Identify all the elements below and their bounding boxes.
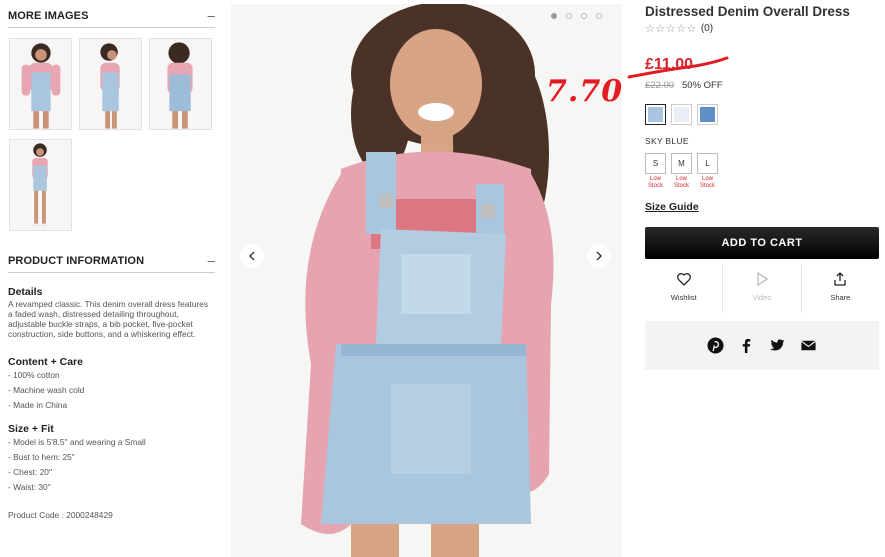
carousel-dot[interactable] <box>551 13 557 19</box>
video-label: Video <box>752 293 772 302</box>
carousel-dots <box>551 13 602 19</box>
product-information-header[interactable]: PRODUCT INFORMATION – <box>8 254 215 267</box>
product-title: Distressed Denim Overall Dress <box>645 4 850 19</box>
selected-color-name: SKY BLUE <box>645 136 689 146</box>
thumbnail-image <box>10 140 71 230</box>
size-item: - Bust to hem: 25" <box>8 452 75 462</box>
stock-status: Low Stock <box>673 176 689 189</box>
product-information-title: PRODUCT INFORMATION <box>8 254 145 267</box>
collapse-icon[interactable]: – <box>208 9 215 22</box>
star-rating-icon: ☆☆☆☆☆ <box>645 23 697 35</box>
size-option-m[interactable]: M <box>671 153 692 174</box>
prev-arrow-icon[interactable] <box>240 244 264 268</box>
thumbnail-full[interactable] <box>9 139 72 231</box>
carousel-dot[interactable] <box>566 13 572 19</box>
collapse-icon[interactable]: – <box>208 254 215 267</box>
size-option-s[interactable]: S <box>645 153 666 174</box>
pinterest-icon[interactable] <box>707 337 724 354</box>
details-text: A revamped classic. This denim overall d… <box>8 299 209 339</box>
carousel-dot[interactable] <box>596 13 602 19</box>
size-item: - Chest: 20" <box>8 467 52 477</box>
content-item: - Machine wash cold <box>8 385 85 395</box>
review-count: (0) <box>700 23 714 34</box>
rating[interactable]: ☆☆☆☆☆ (0) <box>645 22 713 35</box>
sale-price: £11.00 <box>645 56 694 73</box>
add-to-cart-button[interactable]: ADD TO CART <box>645 227 879 259</box>
content-care-heading: Content + Care <box>8 356 83 368</box>
size-option-l[interactable]: L <box>697 153 718 174</box>
color-swatch-light[interactable] <box>671 104 692 125</box>
content-item: - Made in China <box>8 400 68 410</box>
thumbnail-side[interactable] <box>79 38 142 130</box>
wishlist-button[interactable]: Wishlist <box>645 265 724 313</box>
divider <box>8 27 215 28</box>
details-section: Details A revamped classic. This denim o… <box>8 286 213 339</box>
stock-status: Low Stock <box>699 176 715 189</box>
product-code: Product Code : 2000248429 <box>8 510 113 520</box>
size-item: - Waist: 30" <box>8 482 51 492</box>
color-swatch-sky-blue[interactable] <box>645 104 666 125</box>
more-images-title: MORE IMAGES <box>8 9 89 22</box>
discount-label: 50% OFF <box>682 80 723 91</box>
thumbnail-back[interactable] <box>149 38 212 130</box>
carousel-dot[interactable] <box>581 13 587 19</box>
handwritten-price: 7.70 <box>546 74 624 109</box>
thumbnail-front[interactable] <box>9 38 72 130</box>
size-fit-heading: Size + Fit <box>8 423 54 435</box>
share-button[interactable]: Share <box>802 265 879 313</box>
video-button[interactable]: Video <box>723 265 802 313</box>
size-item: - Model is 5'8.5" and wearing a Small <box>8 437 146 447</box>
next-arrow-icon[interactable] <box>587 244 611 268</box>
social-share-bar <box>645 321 879 370</box>
share-label: Share <box>830 293 851 302</box>
original-price: £22.00 <box>645 80 675 91</box>
twitter-icon[interactable] <box>769 337 786 354</box>
thumbnail-image <box>80 39 141 129</box>
content-item: - 100% cotton <box>8 370 60 380</box>
wishlist-label: Wishlist <box>670 293 697 302</box>
more-images-header[interactable]: MORE IMAGES – <box>8 9 215 22</box>
thumbnail-image <box>150 39 211 129</box>
play-icon <box>757 271 769 287</box>
action-bar: Wishlist Video Share <box>645 265 879 313</box>
thumbnail-image <box>10 39 71 129</box>
email-icon[interactable] <box>800 337 817 354</box>
heart-icon <box>676 273 691 286</box>
size-guide-link[interactable]: Size Guide <box>645 201 699 213</box>
stock-status: Low Stock <box>647 176 663 189</box>
divider <box>8 272 215 273</box>
size-fit-section: Size + Fit - Model is 5'8.5" and wearing… <box>8 423 213 495</box>
details-heading: Details <box>8 286 43 298</box>
color-swatch-medium[interactable] <box>697 104 718 125</box>
left-column: MORE IMAGES – PRODUCT INFORMATION – Deta… <box>0 0 222 557</box>
content-care-section: Content + Care - 100% cotton - Machine w… <box>8 356 213 413</box>
share-icon <box>834 272 846 286</box>
facebook-icon[interactable] <box>738 337 755 354</box>
